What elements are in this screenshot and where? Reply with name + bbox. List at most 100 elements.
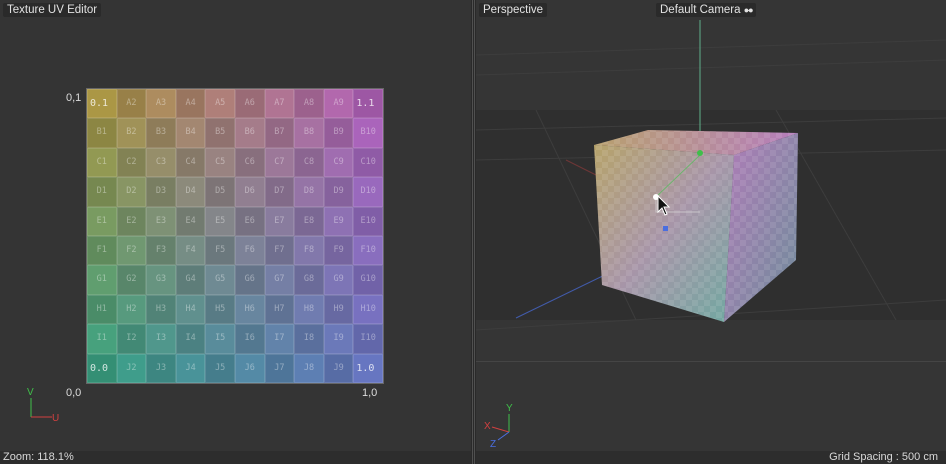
camera-dots-icon: ●·● — [743, 5, 754, 15]
uv-cell: F4 — [175, 235, 206, 266]
uv-cell: H9 — [323, 294, 354, 325]
uv-texture-grid[interactable]: 0.1 A2 A3 A4 A5 A6 A7 A8 A9 1.1 B1 B2 B3 B4 B5 B6 B7 B8 B9… — [86, 88, 384, 384]
perspective-viewport[interactable]: Y X Z Perspective Default Camera ●·● Gri… — [476, 0, 946, 464]
uv-cell: F9 — [323, 235, 354, 266]
uv-cell: F2 — [116, 235, 147, 266]
uv-cell: A8 — [294, 89, 324, 119]
uv-cell: F8 — [294, 235, 324, 266]
view-axis-gizmo: Y X Z — [484, 403, 513, 450]
uv-cell: F5 — [205, 235, 235, 266]
uv-cell: G5 — [205, 265, 235, 295]
uv-cell: I6 — [235, 324, 265, 354]
uv-cell: E5 — [205, 206, 235, 236]
uv-cell: H2 — [116, 294, 147, 325]
uv-cell: B5 — [205, 118, 235, 148]
uv-cell: A7 — [264, 89, 295, 119]
uv-cell: E2 — [116, 206, 147, 236]
uv-cell: I9 — [323, 324, 354, 354]
uv-cell: D9 — [323, 177, 354, 207]
uv-cell: A5 — [205, 89, 235, 119]
uv-cell: 0.1 — [87, 89, 117, 119]
uv-cell: B7 — [264, 118, 295, 148]
view-axis-z-label: Z — [490, 439, 496, 450]
view-axis-x-label: X — [484, 421, 491, 432]
uv-cell: D1 — [87, 177, 117, 207]
uv-cell: I8 — [294, 324, 324, 354]
uv-cell: G2 — [116, 265, 147, 295]
uv-cell: J4 — [175, 353, 206, 383]
uv-cell: A9 — [323, 89, 354, 119]
uv-cell: H4 — [175, 294, 206, 325]
uv-cell: 0.0 — [87, 353, 117, 383]
uv-cell: J9 — [323, 353, 354, 383]
uv-cell: E6 — [235, 206, 265, 236]
uv-axis-u-label: U — [52, 413, 59, 424]
uv-cell: B3 — [146, 118, 176, 148]
uv-cell: D8 — [294, 177, 324, 207]
uv-cell: I3 — [146, 324, 176, 354]
uv-cell: E4 — [175, 206, 206, 236]
uv-cell: F7 — [264, 235, 295, 266]
uv-cell: I10 — [353, 324, 383, 354]
camera-label: Default Camera — [660, 4, 741, 16]
uv-cell: E10 — [353, 206, 383, 236]
uv-cell: F3 — [146, 235, 176, 266]
uv-cell: G3 — [146, 265, 176, 295]
uv-cell: I4 — [175, 324, 206, 354]
uv-cell: J8 — [294, 353, 324, 383]
uv-cell: C8 — [294, 147, 324, 178]
uv-cell: E3 — [146, 206, 176, 236]
uv-cell: B10 — [353, 118, 383, 148]
camera-selector[interactable]: Default Camera ●·● — [656, 3, 756, 17]
uv-label-top-left: 0,1 — [66, 92, 82, 104]
uv-cell: B1 — [87, 118, 117, 148]
uv-cell: E9 — [323, 206, 354, 236]
uv-cell: J3 — [146, 353, 176, 383]
uv-cell: E8 — [294, 206, 324, 236]
uv-cell: I1 — [87, 324, 117, 354]
uv-cell: C10 — [353, 147, 383, 178]
uv-cell: J5 — [205, 353, 235, 383]
viewport-scene: Y X Z — [476, 20, 946, 450]
uv-cell: A2 — [116, 89, 147, 119]
uv-cell: I2 — [116, 324, 147, 354]
uv-cell: J7 — [264, 353, 295, 383]
uv-cell: A4 — [175, 89, 206, 119]
uv-cell: C1 — [87, 147, 117, 178]
uv-cell: E1 — [87, 206, 117, 236]
uv-editor-title[interactable]: Texture UV Editor — [3, 3, 102, 17]
uv-cell: G4 — [175, 265, 206, 295]
uv-cell: B8 — [294, 118, 324, 148]
uv-cell: D2 — [116, 177, 147, 207]
uv-cell: H5 — [205, 294, 235, 325]
uv-cell: H7 — [264, 294, 295, 325]
uv-cell: D6 — [235, 177, 265, 207]
uv-cell: H6 — [235, 294, 265, 325]
uv-cell: I7 — [264, 324, 295, 354]
uv-editor-panel[interactable]: Texture UV Editor 0,1 0,0 1,0 0.1 A2 A3 A4 A… — [0, 0, 471, 464]
uv-cell: G10 — [353, 265, 383, 295]
uv-cell: B4 — [175, 118, 206, 148]
uv-cell: D4 — [175, 177, 206, 207]
uv-cell: F6 — [235, 235, 265, 266]
uv-cell: C3 — [146, 147, 176, 178]
uv-cell: D3 — [146, 177, 176, 207]
view-axis-y-label: Y — [506, 403, 513, 414]
uv-cell: I5 — [205, 324, 235, 354]
uv-cell: 1.1 — [353, 89, 383, 119]
uv-cell: H1 — [87, 294, 117, 325]
uv-cell: D5 — [205, 177, 235, 207]
uv-cell: B6 — [235, 118, 265, 148]
uv-cell: C2 — [116, 147, 147, 178]
uv-cell: J6 — [235, 353, 265, 383]
uv-cell: 1.0 — [353, 353, 383, 383]
uv-cell: A6 — [235, 89, 265, 119]
uv-cell: A3 — [146, 89, 176, 119]
uv-cell: B9 — [323, 118, 354, 148]
uv-cell: H3 — [146, 294, 176, 325]
uv-cell: H8 — [294, 294, 324, 325]
uv-cell: J2 — [116, 353, 147, 383]
uv-cell: D10 — [353, 177, 383, 207]
uv-cell: G6 — [235, 265, 265, 295]
perspective-title[interactable]: Perspective — [479, 3, 548, 17]
